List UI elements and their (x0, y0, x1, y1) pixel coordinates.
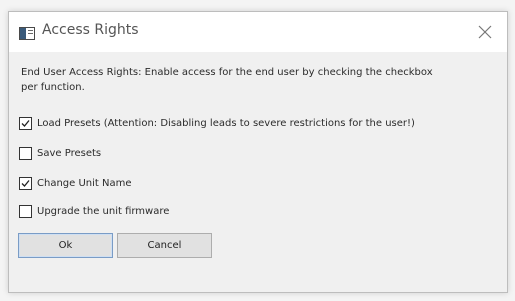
app-window-icon (19, 25, 35, 40)
change-unit-name-label: Change Unit Name (37, 177, 132, 189)
option-change-unit-name[interactable]: Change Unit Name (19, 175, 132, 191)
ok-button[interactable]: Ok (18, 233, 113, 258)
upgrade-firmware-label: Upgrade the unit firmware (37, 205, 170, 217)
load-presets-checkbox[interactable] (19, 116, 32, 130)
change-unit-name-checkbox[interactable] (19, 176, 32, 190)
close-icon (478, 25, 492, 39)
description-text: End User Access Rights: Enable access fo… (21, 67, 433, 93)
save-presets-label: Save Presets (37, 147, 102, 159)
close-button[interactable] (475, 22, 495, 42)
dialog-title: Access Rights (42, 22, 139, 38)
checkmark-icon (21, 119, 30, 127)
cancel-button[interactable]: Cancel (117, 233, 212, 258)
title-bar: Access Rights (9, 12, 507, 52)
option-load-presets[interactable]: Load Presets (Attention: Disabling leads… (19, 115, 415, 131)
save-presets-checkbox[interactable] (19, 146, 32, 160)
load-presets-label: Load Presets (Attention: Disabling leads… (37, 117, 415, 129)
upgrade-firmware-checkbox[interactable] (19, 204, 32, 218)
option-save-presets[interactable]: Save Presets (19, 145, 101, 161)
checkmark-icon (21, 179, 30, 187)
option-upgrade-firmware[interactable]: Upgrade the unit firmware (19, 203, 169, 219)
access-rights-dialog: Access Rights End User Access Rights: En… (8, 11, 508, 293)
